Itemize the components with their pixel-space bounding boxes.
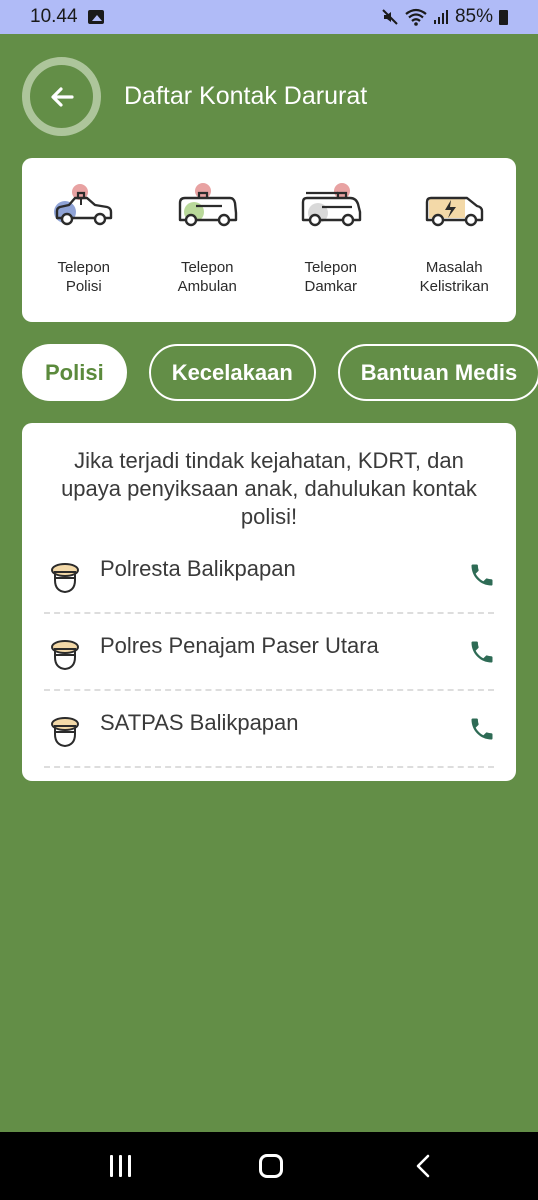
tab-bar: Polisi Kecelakaan Bantuan Medis: [22, 344, 538, 401]
back-button[interactable]: [22, 57, 101, 136]
system-nav-bar: [0, 1132, 538, 1200]
battery-percentage: 85%: [454, 6, 493, 27]
category-fire[interactable]: Telepon Damkar: [276, 178, 386, 296]
recents-bar: [128, 1155, 131, 1177]
gallery-notification-icon: [87, 10, 104, 24]
status-bar: 10.44 85%: [0, 0, 538, 34]
police-officer-icon: [51, 716, 79, 747]
battery-icon: [499, 9, 508, 25]
police-officer-icon: [51, 562, 79, 593]
police-car-icon: [53, 184, 112, 226]
police-officer-icon: [51, 639, 79, 670]
status-right: 85%: [381, 6, 508, 28]
list-item[interactable]: Polresta Balikpapan: [44, 537, 494, 614]
tab-kecelakaan[interactable]: Kecelakaan: [148, 344, 316, 401]
category-label: Telepon Polisi: [57, 259, 111, 295]
category-police[interactable]: Telepon Polisi: [29, 178, 139, 296]
tab-bantuan-medis[interactable]: Bantuan Medis: [337, 344, 538, 401]
recents-button[interactable]: [110, 1155, 134, 1177]
phone-icon[interactable]: [468, 715, 496, 743]
list-item[interactable]: SATPAS Balikpapan: [44, 691, 494, 768]
contact-list-card: Jika terjadi tindak kejahatan, KDRT, dan…: [22, 423, 516, 781]
fire-truck-icon: [301, 183, 361, 227]
ambulance-icon: [179, 183, 238, 227]
contact-name: SATPAS Balikpapan: [100, 709, 299, 735]
status-time: 10.44: [30, 6, 78, 27]
category-electric[interactable]: Masalah Kelistrikan: [399, 178, 509, 296]
contact-name: Polresta Balikpapan: [100, 555, 296, 581]
contact-name: Polres Penajam Paser Utara: [100, 632, 379, 658]
list-item[interactable]: Polres Penajam Paser Utara: [44, 614, 494, 691]
home-button[interactable]: [259, 1154, 283, 1178]
category-label: Telepon Ambulan: [177, 259, 237, 295]
back-chevron-icon[interactable]: [414, 1154, 434, 1178]
category-ambulance[interactable]: Telepon Ambulan: [152, 178, 262, 296]
app-content: Daftar Kontak Darurat Telepon Polisi Tel…: [0, 34, 538, 1132]
mute-icon: [382, 9, 398, 25]
header: Daftar Kontak Darurat: [22, 57, 367, 136]
category-grid: Telepon Polisi Telepon Ambulan Telepon D…: [22, 158, 516, 322]
page-title: Daftar Kontak Darurat: [124, 82, 368, 110]
electric-van-icon: [426, 196, 484, 227]
status-left: 10.44: [30, 6, 104, 28]
phone-icon[interactable]: [468, 561, 496, 589]
wifi-icon: [405, 8, 427, 26]
arrow-left-icon: [50, 86, 74, 107]
signal-icon: [433, 10, 448, 24]
tab-polisi[interactable]: Polisi: [22, 344, 127, 401]
category-label: Masalah Kelistrikan: [419, 259, 489, 295]
recents-bar: [119, 1155, 122, 1177]
intro-text: Jika terjadi tindak kejahatan, KDRT, dan…: [61, 448, 477, 529]
phone-icon[interactable]: [468, 638, 496, 666]
category-label: Telepon Damkar: [304, 259, 358, 295]
recents-bar: [110, 1155, 113, 1177]
